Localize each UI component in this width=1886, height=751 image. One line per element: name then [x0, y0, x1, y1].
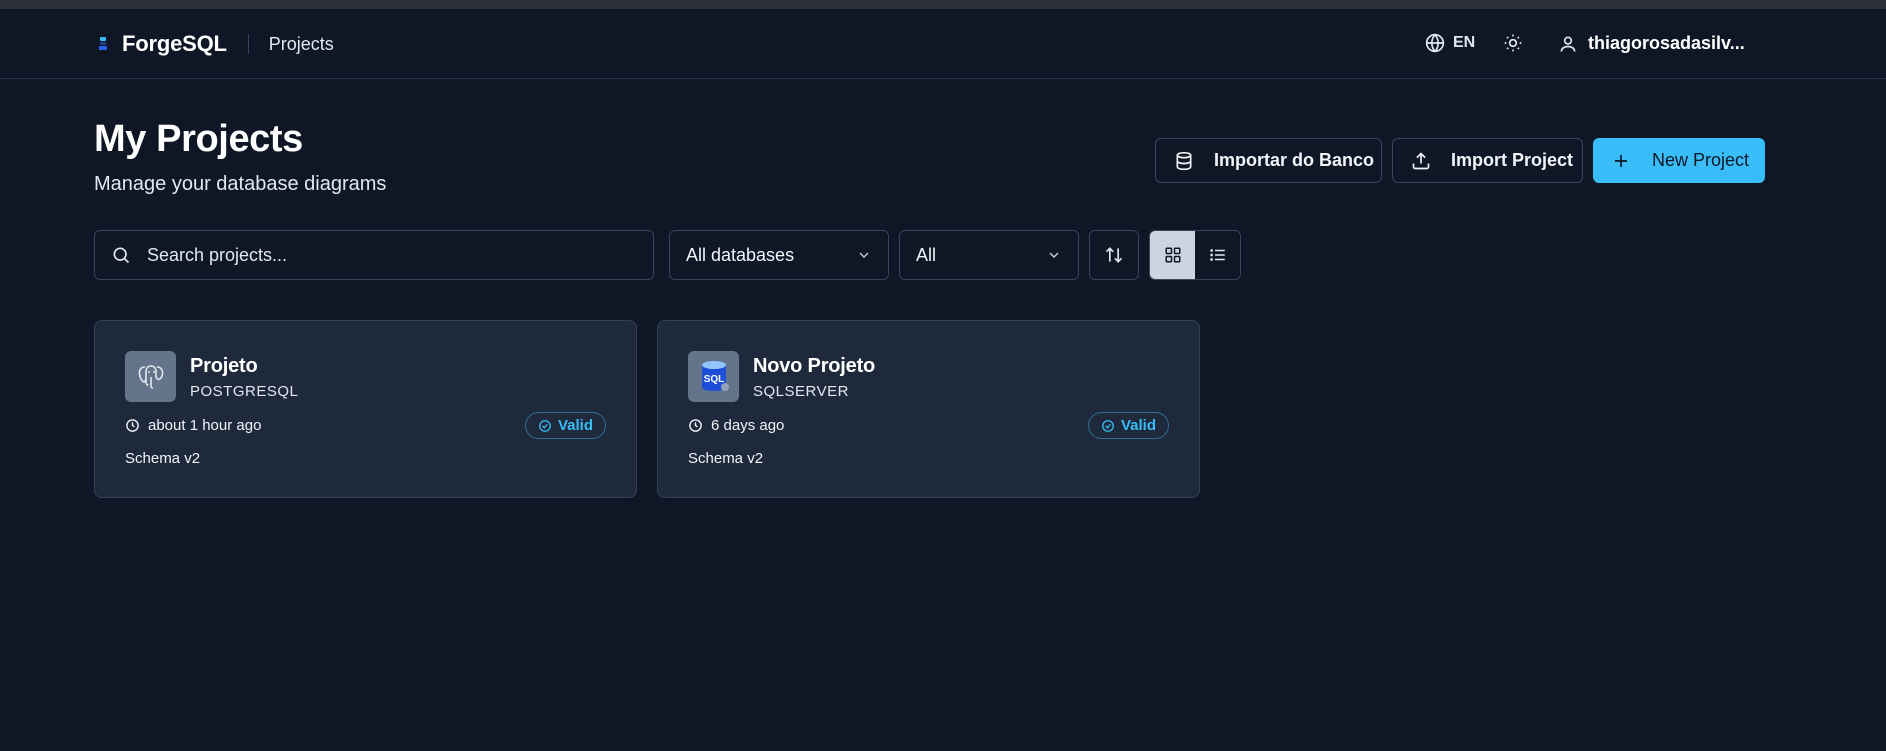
search-box[interactable] [94, 230, 654, 280]
view-mode-toggle [1149, 230, 1241, 280]
search-input[interactable] [147, 244, 627, 266]
import-from-database-label: Importar do Banco [1214, 150, 1375, 170]
theme-toggle[interactable] [1503, 33, 1523, 58]
new-project-button[interactable]: New Project [1593, 138, 1765, 183]
project-card[interactable]: Projeto POSTGRESQL about 1 hour ago Vali… [94, 320, 637, 498]
user-menu[interactable]: thiagorosadasilv... [1558, 33, 1745, 54]
sort-arrows-icon [1105, 247, 1123, 263]
brand-name[interactable]: ForgeSQL [122, 31, 227, 57]
page-subtitle: Manage your database diagrams [94, 173, 387, 195]
project-updated-text: 6 days ago [711, 417, 785, 434]
import-project-label: Import Project [1451, 150, 1574, 170]
project-updated-text: about 1 hour ago [148, 417, 262, 434]
sun-icon [1504, 34, 1522, 52]
project-name: Projeto [190, 355, 258, 377]
status-badge: Valid [1087, 412, 1169, 439]
window-top-strip [0, 0, 1886, 9]
postgresql-icon [125, 351, 176, 402]
project-updated: about 1 hour ago [125, 417, 261, 434]
project-card[interactable]: SQL Novo Projeto SQLSERVER 6 days ago Va… [657, 320, 1200, 498]
status-badge: Valid [524, 412, 606, 439]
forgesql-logo-icon[interactable] [94, 35, 112, 53]
database-filter-value: All databases [686, 244, 795, 265]
database-icon [1176, 151, 1192, 170]
sqlserver-icon: SQL [688, 351, 739, 402]
chevron-down-icon [859, 252, 869, 258]
clock-icon [126, 419, 139, 432]
language-label: EN [1453, 34, 1476, 51]
nav-divider [247, 34, 249, 54]
status-badge-label: Valid [557, 417, 593, 434]
project-db-type: POSTGRESQL [190, 383, 299, 400]
project-name: Novo Projeto [753, 355, 876, 377]
grid-view-button[interactable] [1150, 231, 1195, 279]
globe-icon [1425, 33, 1445, 53]
new-project-label: New Project [1652, 150, 1750, 170]
project-db-type: SQLSERVER [753, 383, 849, 400]
list-icon [1209, 249, 1225, 261]
nav-left: ForgeSQL Projects [94, 9, 334, 79]
status-badge-label: Valid [1120, 417, 1156, 434]
plus-icon [1615, 154, 1627, 167]
import-from-database-button[interactable]: Importar do Banco [1155, 138, 1382, 183]
upload-icon [1412, 151, 1430, 169]
top-navbar: ForgeSQL Projects EN thiagorosadasilv... [0, 9, 1886, 79]
grid-icon [1165, 247, 1180, 263]
project-version: Schema v2 [125, 450, 201, 467]
check-circle-icon [1102, 419, 1114, 432]
project-version: Schema v2 [688, 450, 764, 467]
project-updated: 6 days ago [688, 417, 784, 434]
page-title: My Projects [94, 118, 303, 160]
status-filter-select[interactable]: All [899, 230, 1079, 280]
sort-button[interactable] [1089, 230, 1139, 280]
clock-icon [689, 419, 702, 432]
database-filter-select[interactable]: All databases [669, 230, 889, 280]
list-view-button[interactable] [1195, 231, 1240, 279]
breadcrumb-projects[interactable]: Projects [269, 34, 334, 55]
check-circle-icon [539, 419, 551, 432]
search-icon [113, 247, 130, 264]
username: thiagorosadasilv... [1588, 33, 1745, 53]
chevron-down-icon [1049, 252, 1059, 258]
status-filter-value: All [916, 244, 937, 265]
user-icon [1560, 36, 1576, 52]
import-project-button[interactable]: Import Project [1392, 138, 1583, 183]
sqlserver-icon-text: SQL [703, 374, 724, 385]
language-switcher[interactable]: EN [1425, 33, 1475, 53]
